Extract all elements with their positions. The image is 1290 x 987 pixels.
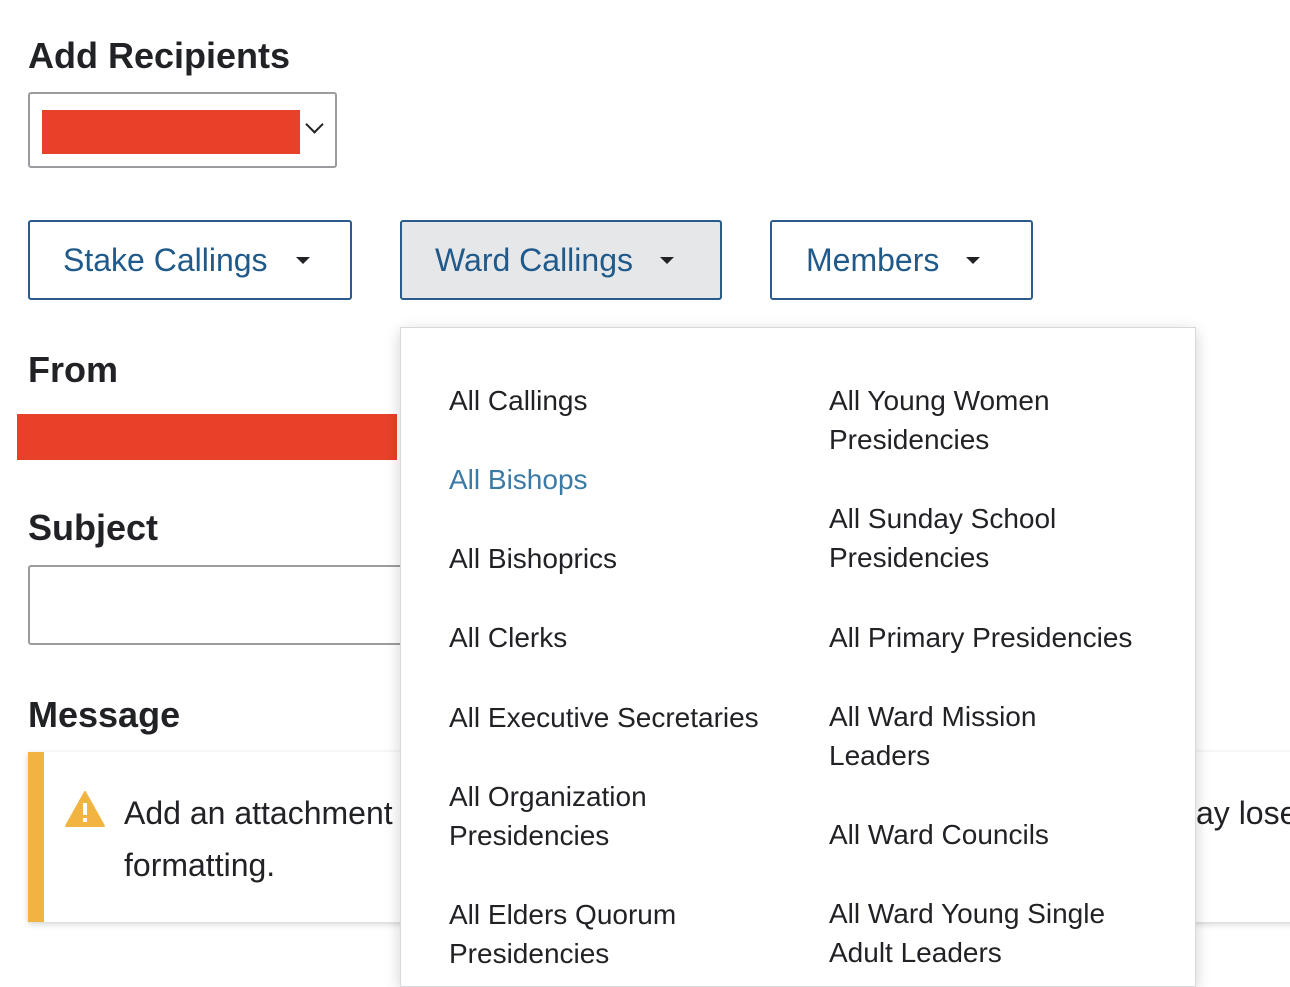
menu-item-all-callings[interactable]: All Callings — [449, 381, 588, 420]
menu-item-all-elders-quorum-presidencies[interactable]: All Elders Quorum Presidencies — [449, 895, 676, 973]
subject-input[interactable] — [28, 565, 428, 645]
ward-callings-button[interactable]: Ward Callings — [400, 220, 722, 300]
menu-item-all-young-women-presidencies[interactable]: All Young Women Presidencies — [829, 381, 1050, 459]
message-heading: Message — [28, 694, 181, 735]
add-recipients-heading: Add Recipients — [28, 35, 291, 76]
from-heading: From — [28, 349, 118, 390]
members-label: Members — [806, 241, 940, 278]
ward-callings-label: Ward Callings — [435, 241, 633, 278]
caret-down-icon — [295, 256, 310, 264]
menu-item-all-primary-presidencies[interactable]: All Primary Presidencies — [829, 618, 1132, 657]
ward-callings-menu: All Callings All Bishops All Bishoprics … — [400, 327, 1196, 987]
menu-item-all-ward-mission-leaders[interactable]: All Ward Mission Leaders — [829, 697, 1036, 775]
notice-text-line1: Add an attachment — [124, 795, 393, 831]
redacted-from-value — [17, 414, 397, 460]
warning-triangle-icon — [65, 791, 105, 827]
subject-heading: Subject — [28, 507, 159, 548]
caret-down-icon — [659, 256, 674, 264]
menu-item-all-ward-councils[interactable]: All Ward Councils — [829, 815, 1049, 854]
redacted-selection — [42, 110, 300, 154]
members-button[interactable]: Members — [770, 220, 1033, 300]
menu-item-all-executive-secretaries[interactable]: All Executive Secretaries — [449, 698, 759, 737]
notice-text-line2: formatting. — [124, 847, 276, 883]
menu-item-all-bishoprics[interactable]: All Bishoprics — [449, 539, 617, 578]
menu-item-all-ward-young-single-adult-leaders[interactable]: All Ward Young Single Adult Leaders — [829, 894, 1105, 972]
stake-callings-button[interactable]: Stake Callings — [28, 220, 352, 300]
recipient-unit-select[interactable] — [28, 92, 337, 168]
menu-item-all-bishops[interactable]: All Bishops — [449, 460, 588, 499]
menu-item-all-sunday-school-presidencies[interactable]: All Sunday School Presidencies — [829, 499, 1056, 577]
caret-down-icon — [966, 256, 981, 264]
notice-text-line1-end: ay lose — [1196, 795, 1290, 831]
menu-item-all-clerks[interactable]: All Clerks — [449, 618, 567, 657]
stake-callings-label: Stake Callings — [63, 241, 268, 278]
chevron-down-icon — [305, 115, 324, 134]
menu-item-all-organization-presidencies[interactable]: All Organization Presidencies — [449, 777, 647, 855]
